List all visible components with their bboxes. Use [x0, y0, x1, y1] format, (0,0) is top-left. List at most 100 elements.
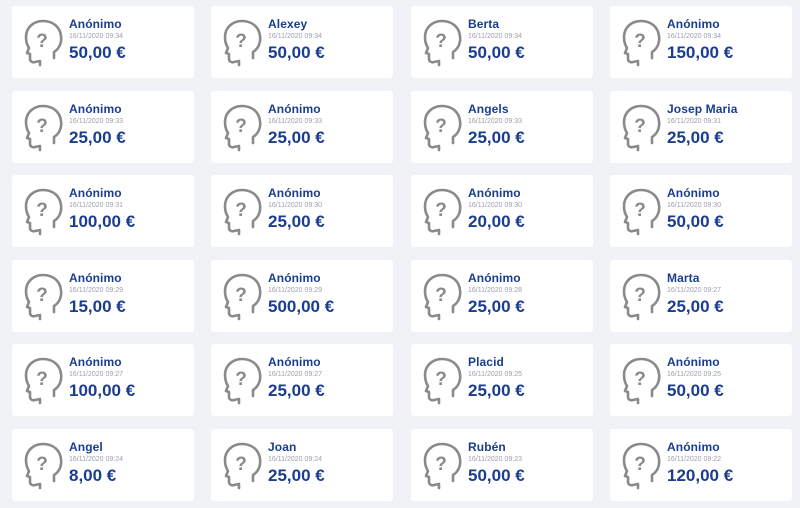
unknown-person-icon: ? — [618, 18, 662, 68]
donor-name: Angel — [69, 440, 103, 454]
donor-name: Anónimo — [69, 355, 122, 369]
unknown-person-icon: ? — [419, 272, 463, 322]
donation-date: 16/11/2020 09:29 — [268, 287, 322, 294]
donation-date: 16/11/2020 09:33 — [468, 118, 522, 125]
donation-amount: 150,00 € — [667, 43, 734, 62]
donation-card[interactable]: ? Josep Maria 16/11/2020 09:31 25,00 € — [610, 91, 792, 163]
svg-text:?: ? — [435, 200, 447, 221]
donation-card[interactable]: ? Anónimo 16/11/2020 09:34 150,00 € — [610, 6, 792, 78]
svg-text:?: ? — [235, 31, 247, 52]
donation-card[interactable]: ? Angel 16/11/2020 09:24 8,00 € — [12, 429, 194, 501]
svg-text:?: ? — [435, 116, 447, 137]
unknown-person-icon: ? — [618, 103, 662, 153]
donation-card[interactable]: ? Anónimo 16/11/2020 09:29 500,00 € — [211, 260, 393, 332]
donation-amount: 15,00 € — [69, 297, 126, 316]
svg-text:?: ? — [235, 369, 247, 390]
svg-text:?: ? — [235, 200, 247, 221]
unknown-person-icon: ? — [20, 18, 64, 68]
donor-name: Anónimo — [69, 102, 122, 116]
donation-date: 16/11/2020 09:29 — [69, 287, 123, 294]
unknown-person-icon: ? — [419, 441, 463, 491]
donor-name: Josep Maria — [667, 102, 738, 116]
svg-text:?: ? — [235, 454, 247, 475]
donor-name: Rubén — [468, 440, 506, 454]
svg-text:?: ? — [235, 285, 247, 306]
donation-card[interactable]: ? Anónimo 16/11/2020 09:22 120,00 € — [610, 429, 792, 501]
svg-text:?: ? — [435, 285, 447, 306]
donation-date: 16/11/2020 09:30 — [268, 202, 322, 209]
svg-text:?: ? — [36, 116, 48, 137]
unknown-person-icon: ? — [618, 356, 662, 406]
donation-date: 16/11/2020 09:23 — [468, 456, 522, 463]
donation-amount: 50,00 € — [667, 212, 724, 231]
svg-text:?: ? — [435, 454, 447, 475]
donor-name: Placid — [468, 355, 504, 369]
donor-name: Anónimo — [268, 271, 321, 285]
donation-amount: 120,00 € — [667, 466, 734, 485]
unknown-person-icon: ? — [419, 103, 463, 153]
donation-date: 16/11/2020 09:30 — [468, 202, 522, 209]
unknown-person-icon: ? — [219, 187, 263, 237]
donor-name: Anónimo — [667, 186, 720, 200]
svg-text:?: ? — [634, 31, 646, 52]
donor-name: Anónimo — [268, 355, 321, 369]
donor-name: Joan — [268, 440, 297, 454]
donation-card[interactable]: ? Marta 16/11/2020 09:27 25,00 € — [610, 260, 792, 332]
donation-amount: 25,00 € — [667, 297, 724, 316]
donation-date: 16/11/2020 09:24 — [268, 456, 322, 463]
donor-name: Anónimo — [69, 17, 122, 31]
donation-amount: 25,00 € — [268, 128, 325, 147]
donor-name: Anónimo — [69, 186, 122, 200]
donation-date: 16/11/2020 09:34 — [468, 33, 522, 40]
svg-text:?: ? — [634, 369, 646, 390]
donation-card[interactable]: ? Placid 16/11/2020 09:25 25,00 € — [411, 344, 593, 416]
donation-date: 16/11/2020 09:30 — [667, 202, 721, 209]
donation-card[interactable]: ? Anónimo 16/11/2020 09:30 50,00 € — [610, 175, 792, 247]
unknown-person-icon: ? — [419, 18, 463, 68]
donation-amount: 20,00 € — [468, 212, 525, 231]
svg-text:?: ? — [634, 116, 646, 137]
donation-card[interactable]: ? Alexey 16/11/2020 09:34 50,00 € — [211, 6, 393, 78]
donation-date: 16/11/2020 09:34 — [667, 33, 721, 40]
donation-card[interactable]: ? Anónimo 16/11/2020 09:25 50,00 € — [610, 344, 792, 416]
donation-card[interactable]: ? Anónimo 16/11/2020 09:33 25,00 € — [211, 91, 393, 163]
donation-amount: 100,00 € — [69, 381, 136, 400]
donation-date: 16/11/2020 09:27 — [69, 371, 123, 378]
donation-amount: 50,00 € — [268, 43, 325, 62]
unknown-person-icon: ? — [219, 18, 263, 68]
unknown-person-icon: ? — [618, 187, 662, 237]
svg-text:?: ? — [36, 454, 48, 475]
donation-amount: 25,00 € — [468, 381, 525, 400]
donation-card[interactable]: ? Anónimo 16/11/2020 09:31 100,00 € — [12, 175, 194, 247]
donor-name: Alexey — [268, 17, 308, 31]
donation-card[interactable]: ? Anónimo 16/11/2020 09:28 25,00 € — [411, 260, 593, 332]
svg-text:?: ? — [634, 454, 646, 475]
donation-card[interactable]: ? Joan 16/11/2020 09:24 25,00 € — [211, 429, 393, 501]
donor-name: Anónimo — [667, 17, 720, 31]
donation-card[interactable]: ? Berta 16/11/2020 09:34 50,00 € — [411, 6, 593, 78]
donor-name: Anónimo — [667, 355, 720, 369]
donor-name: Angels — [468, 102, 509, 116]
donation-card[interactable]: ? Anónimo 16/11/2020 09:30 25,00 € — [211, 175, 393, 247]
svg-text:?: ? — [634, 285, 646, 306]
donation-card[interactable]: ? Anónimo 16/11/2020 09:33 25,00 € — [12, 91, 194, 163]
donation-card[interactable]: ? Anónimo 16/11/2020 09:27 25,00 € — [211, 344, 393, 416]
unknown-person-icon: ? — [20, 356, 64, 406]
donor-name: Anónimo — [268, 102, 321, 116]
svg-text:?: ? — [435, 369, 447, 390]
donor-name: Anónimo — [468, 271, 521, 285]
donation-card[interactable]: ? Anónimo 16/11/2020 09:27 100,00 € — [12, 344, 194, 416]
donor-name: Anónimo — [69, 271, 122, 285]
donation-card[interactable]: ? Angels 16/11/2020 09:33 25,00 € — [411, 91, 593, 163]
donation-amount: 50,00 € — [69, 43, 126, 62]
donor-name: Anónimo — [468, 186, 521, 200]
donation-date: 16/11/2020 09:34 — [69, 33, 123, 40]
donation-card[interactable]: ? Anónimo 16/11/2020 09:30 20,00 € — [411, 175, 593, 247]
donation-card[interactable]: ? Anónimo 16/11/2020 09:29 15,00 € — [12, 260, 194, 332]
donation-amount: 100,00 € — [69, 212, 136, 231]
donation-date: 16/11/2020 09:22 — [667, 456, 721, 463]
donation-date: 16/11/2020 09:25 — [468, 371, 522, 378]
donation-card[interactable]: ? Anónimo 16/11/2020 09:34 50,00 € — [12, 6, 194, 78]
donation-card[interactable]: ? Rubén 16/11/2020 09:23 50,00 € — [411, 429, 593, 501]
svg-text:?: ? — [36, 31, 48, 52]
